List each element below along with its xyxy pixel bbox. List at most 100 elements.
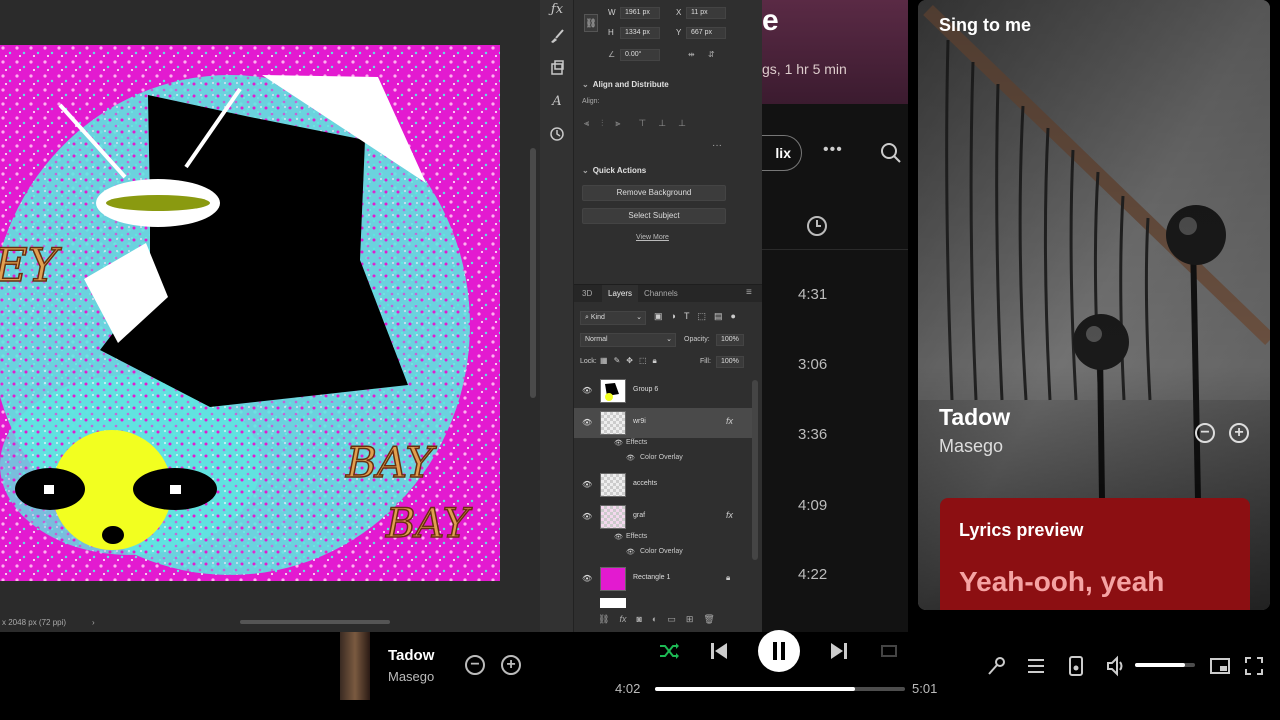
more-options-icon[interactable]: ••• — [823, 141, 843, 159]
angle-field[interactable]: 0.00° — [620, 49, 660, 61]
color-overlay-row[interactable]: 👁︎ Color Overlay — [574, 454, 752, 469]
eye-icon[interactable]: 👁︎ — [582, 512, 592, 521]
character-icon[interactable]: A — [547, 92, 567, 112]
photoshop-canvas-area[interactable]: EY BAY BAY x 2048 px (72 ppi) › — [0, 0, 540, 632]
add-icon[interactable]: + — [1229, 423, 1249, 443]
now-playing-track-title[interactable]: Tadow — [939, 404, 1010, 431]
lock-all-icon[interactable]: 🔒︎ — [653, 356, 657, 366]
flip-horizontal-icon[interactable]: ⇹ — [688, 49, 695, 61]
align-left-icon[interactable]: ⫷ — [584, 118, 589, 130]
effects-row[interactable]: 👁︎ Effects — [574, 439, 752, 454]
lock-artboard-icon[interactable]: ⬚ — [639, 356, 647, 366]
layers-scrollbar[interactable] — [752, 380, 758, 560]
filter-toggle-icon[interactable]: ● — [730, 311, 735, 322]
layer-row-accehts[interactable]: 👁︎ accehts — [574, 470, 752, 500]
history-icon[interactable] — [547, 124, 567, 144]
layer-filter-kind[interactable]: ⌕ Kind ⌄ — [580, 311, 646, 325]
fx-icon[interactable]: fx — [726, 510, 733, 520]
eye-icon[interactable]: 👁︎ — [614, 439, 623, 447]
add-mask-icon[interactable]: ◙ — [636, 614, 641, 625]
new-adjustment-icon[interactable]: ◐ — [652, 614, 657, 625]
previous-track-icon[interactable] — [708, 640, 730, 662]
next-track-icon[interactable] — [828, 640, 850, 662]
effects-row[interactable]: 👁︎ Effects — [574, 533, 752, 548]
add-style-icon[interactable]: fx — [619, 614, 626, 625]
progress-bar[interactable] — [655, 687, 905, 691]
height-field[interactable]: 1334 px — [620, 27, 660, 39]
lyrics-mic-icon[interactable] — [985, 655, 1007, 677]
eye-icon[interactable]: 👁︎ — [614, 533, 623, 541]
eye-icon[interactable]: 👁︎ — [626, 454, 635, 462]
filter-shape-icon[interactable]: ⬚ — [697, 311, 706, 322]
album-cover[interactable] — [340, 632, 370, 700]
artwork-canvas[interactable]: EY BAY BAY — [0, 45, 500, 581]
layer-row-graf[interactable]: 👁︎ graf fx — [574, 502, 752, 532]
eye-icon[interactable]: 👁︎ — [582, 574, 592, 583]
select-subject-button[interactable]: Select Subject — [582, 208, 726, 224]
align-top-icon[interactable]: ⊤ — [638, 118, 646, 130]
tab-3d[interactable]: 3D — [576, 285, 598, 303]
align-center-h-icon[interactable]: ⫶ — [601, 118, 603, 130]
lock-paint-icon[interactable]: ✎ — [614, 356, 621, 366]
brush-icon[interactable] — [547, 26, 567, 46]
fx-styles-icon[interactable]: ƒx — [547, 0, 567, 20]
new-group-icon[interactable]: ▭ — [667, 614, 676, 625]
new-layer-icon[interactable]: ⊞ — [686, 614, 694, 625]
repeat-icon[interactable] — [878, 640, 900, 662]
search-icon[interactable] — [880, 142, 902, 164]
x-field[interactable]: 11 px — [686, 7, 726, 19]
tab-channels[interactable]: Channels — [638, 285, 684, 303]
lock-position-icon[interactable]: ✥ — [626, 356, 633, 366]
y-field[interactable]: 667 px — [686, 27, 726, 39]
eye-icon[interactable]: 👁︎ — [582, 418, 592, 427]
lyrics-preview-card[interactable]: Lyrics preview Yeah-ooh, yeah — [940, 498, 1250, 610]
mix-button[interactable]: lix — [762, 135, 802, 171]
align-section-title[interactable]: ⌄ Align and Distribute — [582, 80, 669, 89]
panel-menu-icon[interactable]: ≡ — [746, 287, 752, 298]
color-overlay-row[interactable]: 👁︎ Color Overlay — [574, 548, 752, 563]
flip-vertical-icon[interactable]: ⇵ — [708, 49, 715, 61]
player-artist[interactable]: Masego — [388, 669, 434, 684]
blend-mode-select[interactable]: Normal ⌄ — [580, 333, 676, 347]
quick-actions-title[interactable]: ⌄ Quick Actions — [582, 166, 646, 175]
layer-row-rectangle-1[interactable]: 👁︎ Rectangle 1 🔒︎ — [574, 564, 752, 594]
fx-icon[interactable]: fx — [726, 416, 733, 426]
lock-transparency-icon[interactable]: ▦ — [600, 356, 608, 366]
align-right-icon[interactable]: ⫸ — [615, 118, 620, 130]
add-to-library-icon[interactable]: + — [501, 655, 521, 675]
clone-source-icon[interactable] — [547, 58, 567, 78]
queue-icon[interactable] — [1025, 655, 1047, 677]
pause-button[interactable] — [758, 630, 800, 672]
filter-adjustment-icon[interactable]: ◑ — [671, 311, 676, 322]
align-bottom-icon[interactable]: ⊥ — [678, 118, 686, 130]
link-layers-icon[interactable]: ⛓ — [598, 614, 609, 625]
eye-icon[interactable]: 👁︎ — [582, 386, 592, 395]
view-more-link[interactable]: View More — [636, 234, 669, 241]
width-field[interactable]: 1961 px — [620, 7, 660, 19]
layer-row-group-6[interactable]: 👁︎ Group 6 — [574, 376, 752, 406]
filter-type-icon[interactable]: T — [684, 311, 690, 322]
status-chevron-icon[interactable]: › — [92, 614, 95, 632]
fill-field[interactable]: 100% — [716, 356, 744, 368]
fullscreen-icon[interactable] — [1243, 655, 1265, 677]
filter-smart-object-icon[interactable]: ▤ — [714, 311, 723, 322]
volume-slider[interactable] — [1135, 663, 1195, 667]
connect-device-icon[interactable] — [1065, 655, 1087, 677]
delete-layer-icon[interactable]: 🗑︎ — [703, 614, 714, 625]
filter-pixel-icon[interactable]: ▣ — [654, 311, 663, 322]
align-middle-v-icon[interactable]: ⊥ — [658, 118, 666, 130]
remove-from-library-icon[interactable]: − — [465, 655, 485, 675]
miniplayer-icon[interactable] — [1209, 655, 1231, 677]
more-options-icon[interactable]: ··· — [712, 140, 722, 151]
eye-icon[interactable]: 👁︎ — [626, 548, 635, 556]
canvas-vertical-scroll-thumb[interactable] — [530, 148, 536, 398]
player-track-title[interactable]: Tadow — [388, 647, 434, 664]
link-proportions-icon[interactable]: ⛓ — [584, 14, 598, 32]
eye-icon[interactable]: 👁︎ — [582, 480, 592, 489]
tab-layers[interactable]: Layers — [602, 285, 639, 303]
canvas-horizontal-scroll-thumb[interactable] — [240, 620, 390, 624]
opacity-field[interactable]: 100% — [716, 334, 744, 346]
remove-background-button[interactable]: Remove Background — [582, 185, 726, 201]
now-playing-artist[interactable]: Masego — [939, 436, 1003, 457]
shuffle-icon[interactable] — [658, 640, 680, 662]
